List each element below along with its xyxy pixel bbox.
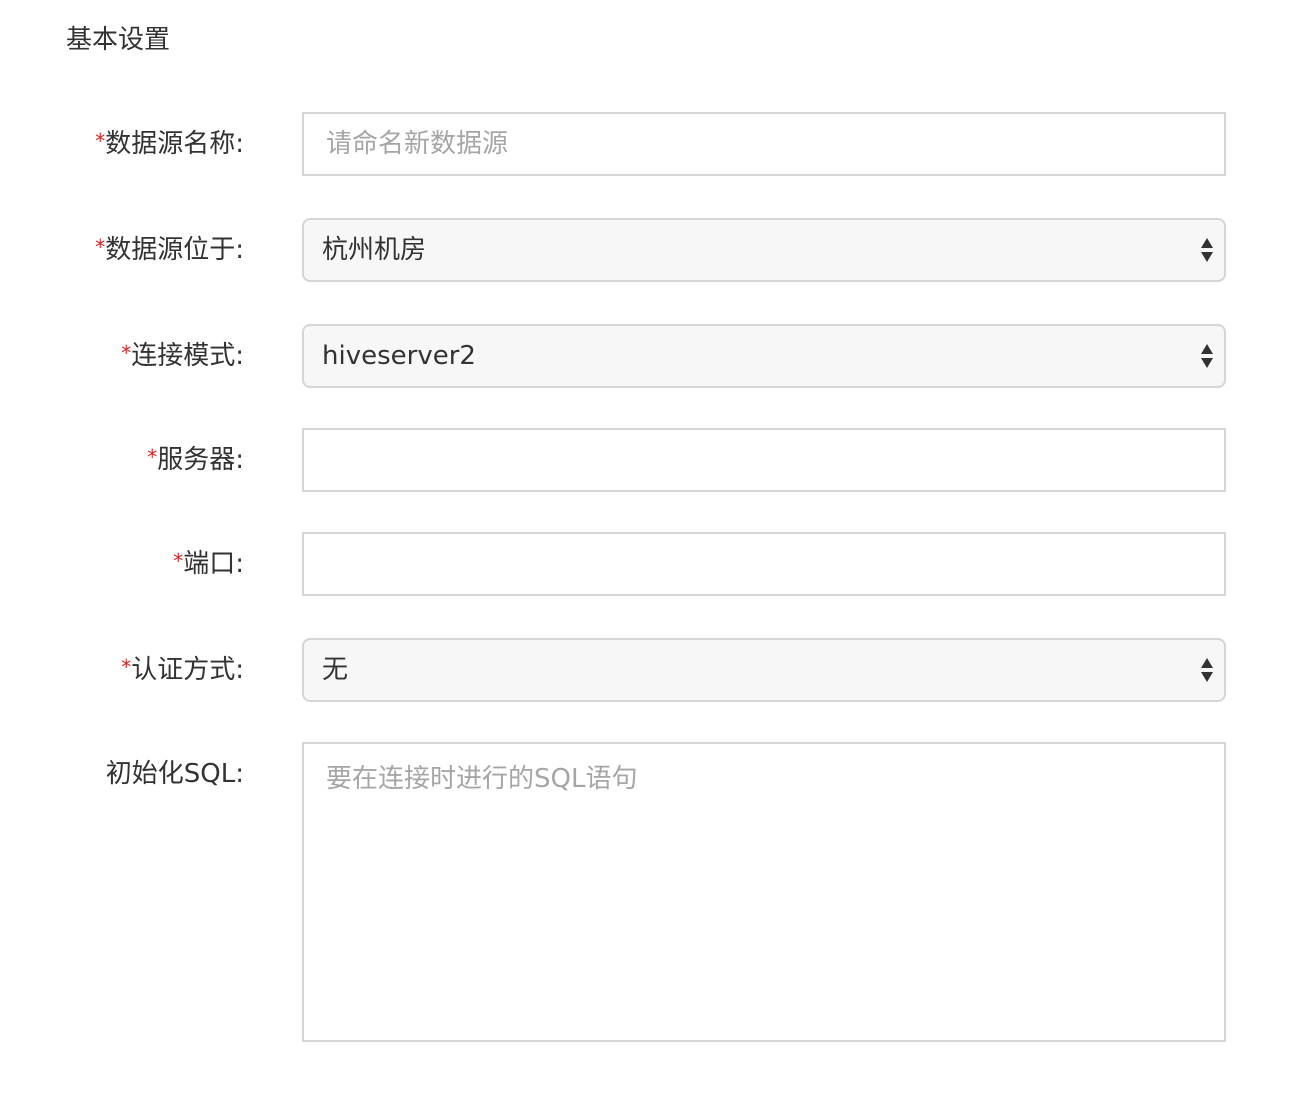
init-sql-textarea[interactable] — [302, 742, 1226, 1042]
connection-mode-select[interactable]: hiveserver2 — [302, 324, 1226, 388]
required-mark: * — [95, 235, 106, 259]
connection-mode-value: hiveserver2 — [322, 341, 476, 371]
required-mark: * — [147, 445, 158, 469]
server-label: *服务器: — [147, 428, 244, 492]
auth-method-value: 无 — [322, 655, 349, 685]
sort-arrows-icon — [1201, 658, 1213, 682]
sort-arrows-icon — [1201, 344, 1213, 368]
required-mark: * — [173, 549, 184, 573]
datasource-name-label-text: 数据源名称: — [105, 129, 244, 159]
port-label: *端口: — [173, 532, 244, 596]
server-input[interactable] — [302, 428, 1226, 492]
auth-method-label: *认证方式: — [121, 638, 244, 702]
datasource-name-label: *数据源名称: — [95, 112, 244, 176]
init-sql-label: 初始化SQL: — [105, 759, 244, 789]
row-datasource-name: *数据源名称: — [0, 112, 1302, 176]
datasource-location-label-text: 数据源位于: — [105, 235, 244, 265]
required-mark: * — [121, 341, 132, 365]
section-title: 基本设置 — [66, 25, 171, 55]
row-auth-method: *认证方式: 无 — [0, 638, 1302, 702]
datasource-location-value: 杭州机房 — [322, 235, 427, 265]
port-input[interactable] — [302, 532, 1226, 596]
row-datasource-location: *数据源位于: 杭州机房 — [0, 218, 1302, 282]
row-port: *端口: — [0, 532, 1302, 596]
datasource-name-input[interactable] — [302, 112, 1226, 176]
port-label-text: 端口: — [183, 549, 244, 579]
server-label-text: 服务器: — [157, 445, 244, 475]
sort-arrows-icon — [1201, 238, 1213, 262]
datasource-location-label: *数据源位于: — [95, 218, 244, 282]
datasource-location-select[interactable]: 杭州机房 — [302, 218, 1226, 282]
connection-mode-label: *连接模式: — [121, 324, 244, 388]
required-mark: * — [121, 655, 132, 679]
connection-mode-label-text: 连接模式: — [131, 341, 244, 371]
required-mark: * — [95, 129, 106, 153]
auth-method-label-text: 认证方式: — [131, 655, 244, 685]
row-init-sql: 初始化SQL: — [0, 742, 1302, 1042]
row-server: *服务器: — [0, 428, 1302, 492]
row-connection-mode: *连接模式: hiveserver2 — [0, 324, 1302, 388]
auth-method-select[interactable]: 无 — [302, 638, 1226, 702]
